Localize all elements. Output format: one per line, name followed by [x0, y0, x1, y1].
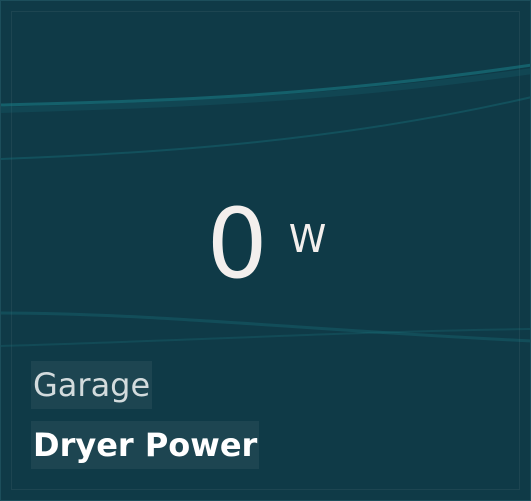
power-value: 0: [206, 188, 269, 300]
power-unit: W: [288, 217, 327, 261]
power-sensor-tile[interactable]: 0W Garage Dryer Power: [0, 0, 531, 501]
entity-name: Dryer Power: [31, 421, 260, 469]
reading: 0W: [1, 188, 530, 300]
location-label: Garage: [31, 361, 153, 409]
tile-labels: Garage Dryer Power: [31, 361, 260, 469]
